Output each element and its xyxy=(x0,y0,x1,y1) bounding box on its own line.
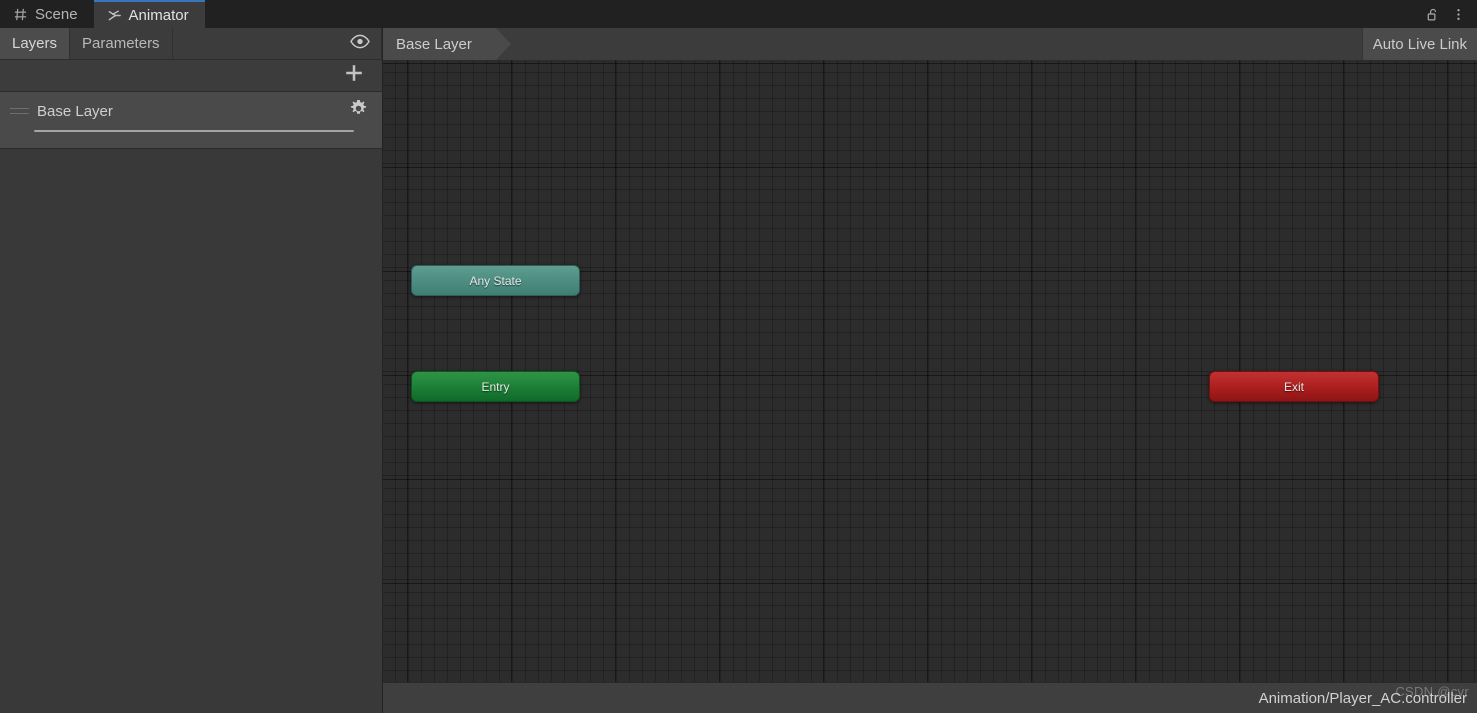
tab-layers[interactable]: Layers xyxy=(0,28,71,59)
state-node-any-state[interactable]: Any State xyxy=(411,265,580,296)
layer-weight-bar[interactable] xyxy=(34,130,354,132)
gear-icon[interactable] xyxy=(349,99,368,123)
layers-panel: Layers Parameters Base Layer xyxy=(0,28,383,713)
state-node-exit[interactable]: Exit xyxy=(1209,371,1379,402)
tab-scene-label: Scene xyxy=(35,5,78,23)
add-layer-button[interactable] xyxy=(342,61,366,90)
tab-parameters-label: Parameters xyxy=(82,35,160,52)
status-bar: Animation/Player_AC.controller xyxy=(383,682,1477,713)
layer-row-base-layer[interactable]: Base Layer xyxy=(0,92,382,148)
kebab-menu-icon[interactable] xyxy=(1447,3,1469,25)
graph-breadcrumb-bar: Base Layer Auto Live Link xyxy=(383,28,1477,60)
layer-row-header: Base Layer xyxy=(10,92,368,130)
tab-animator[interactable]: Animator xyxy=(93,0,205,28)
breadcrumb-filler xyxy=(495,28,1362,60)
animator-window: Scene Animator Layers Parameters Base La… xyxy=(0,0,1477,713)
scene-grid-icon xyxy=(13,7,28,22)
breadcrumb-label: Base Layer xyxy=(396,35,472,53)
tab-layers-label: Layers xyxy=(12,35,58,52)
eye-icon[interactable] xyxy=(349,34,371,54)
animator-graph[interactable]: Base Layer Auto Live Link Any State Entr… xyxy=(383,28,1477,713)
state-node-entry-label: Entry xyxy=(481,379,510,394)
layers-panel-tabbar-spacer xyxy=(173,28,382,59)
breadcrumb-base-layer[interactable]: Base Layer xyxy=(383,28,511,60)
asset-path-label: Animation/Player_AC.controller xyxy=(1258,689,1467,707)
state-node-exit-label: Exit xyxy=(1283,379,1304,394)
drag-handle-icon[interactable] xyxy=(10,106,29,116)
add-layer-row xyxy=(0,60,382,92)
tab-parameters[interactable]: Parameters xyxy=(70,28,173,59)
layers-panel-tabbar: Layers Parameters xyxy=(0,28,382,60)
window-tab-strip: Scene Animator xyxy=(0,0,1477,28)
state-node-any-state-label: Any State xyxy=(469,273,522,288)
layer-name-label: Base Layer xyxy=(37,102,113,120)
window-tab-actions xyxy=(1421,0,1477,28)
tab-animator-label: Animator xyxy=(128,6,189,24)
auto-live-link-label: Auto Live Link xyxy=(1372,35,1467,53)
unlocked-padlock-icon[interactable] xyxy=(1421,3,1443,25)
state-node-entry[interactable]: Entry xyxy=(411,371,580,402)
auto-live-link-button[interactable]: Auto Live Link xyxy=(1361,28,1477,60)
tab-scene[interactable]: Scene xyxy=(0,0,94,28)
animator-icon xyxy=(107,8,122,23)
layer-list: Base Layer xyxy=(0,92,382,149)
